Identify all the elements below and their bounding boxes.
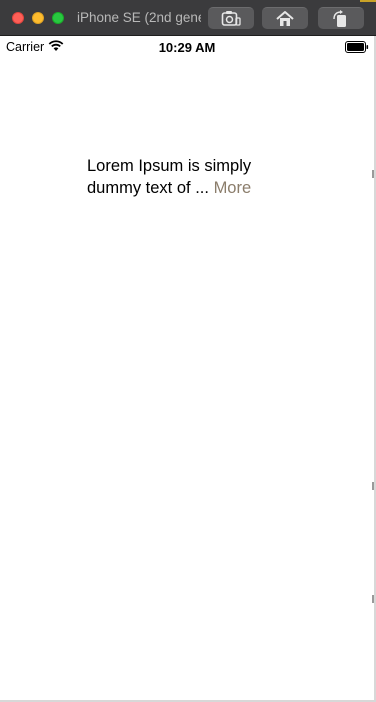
rotate-button[interactable] <box>318 7 364 29</box>
window-title: iPhone SE (2nd generation) – 14.4 <box>77 10 201 25</box>
close-window-button[interactable] <box>12 12 24 24</box>
side-scroll-tick <box>372 595 374 603</box>
more-link[interactable]: More <box>214 179 252 197</box>
minimize-window-button[interactable] <box>32 12 44 24</box>
simulator-window: iPhone SE (2nd generation) – 14.4 <box>0 0 376 702</box>
side-scroll-tick <box>372 482 374 490</box>
titlebar-accent <box>360 0 376 2</box>
home-icon <box>276 11 294 26</box>
screenshot-button[interactable] <box>208 7 254 29</box>
camera-icon <box>221 11 241 26</box>
zoom-window-button[interactable] <box>52 12 64 24</box>
ios-status-bar: Carrier 10:29 AM <box>0 37 374 57</box>
status-time: 10:29 AM <box>158 40 216 55</box>
side-scroll-tick <box>372 170 374 178</box>
battery-icon <box>345 41 369 53</box>
window-titlebar: iPhone SE (2nd generation) – 14.4 <box>0 0 376 36</box>
home-button[interactable] <box>262 7 308 29</box>
truncated-text-label: Lorem Ipsum is simply dummy text of ... … <box>87 156 277 199</box>
rotate-icon <box>333 10 346 27</box>
